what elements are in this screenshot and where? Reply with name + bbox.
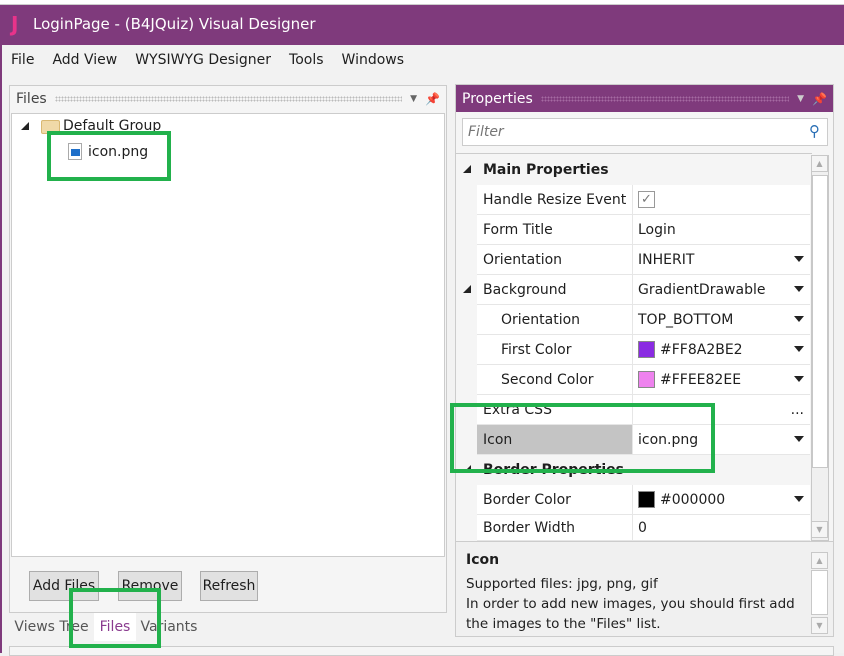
property-value[interactable]: #FFEE82EE bbox=[660, 372, 741, 388]
property-label: Border Width bbox=[477, 515, 633, 540]
dropdown-arrow-icon[interactable] bbox=[794, 286, 804, 292]
category-main-properties[interactable]: Main Properties bbox=[457, 155, 810, 185]
filter-input[interactable] bbox=[463, 119, 783, 145]
files-panel-title: Files bbox=[16, 91, 47, 107]
dropdown-arrow-icon[interactable] bbox=[794, 496, 804, 502]
property-label: Orientation bbox=[477, 305, 633, 334]
property-row-second-color[interactable]: Second Color #FFEE82EE bbox=[477, 365, 810, 395]
dropdown-arrow-icon[interactable] bbox=[794, 316, 804, 322]
menu-windows[interactable]: Windows bbox=[333, 52, 414, 68]
category-label: Main Properties bbox=[483, 162, 609, 178]
menu-add-view[interactable]: Add View bbox=[43, 52, 126, 68]
pin-icon[interactable]: 📌 bbox=[425, 92, 440, 106]
menu-tools[interactable]: Tools bbox=[280, 52, 333, 68]
dropdown-arrow-icon[interactable] bbox=[794, 376, 804, 382]
property-value[interactable]: #FF8A2BE2 bbox=[660, 342, 743, 358]
description-panel: Icon Supported files: jpg, png, gif In o… bbox=[456, 541, 833, 636]
property-value[interactable]: TOP_BOTTOM bbox=[638, 312, 733, 328]
title-bar: J LoginPage - (B4JQuiz) Visual Designer bbox=[0, 5, 844, 45]
dropdown-icon[interactable]: ▼ bbox=[797, 94, 804, 104]
property-row-bg-orientation[interactable]: Orientation TOP_BOTTOM bbox=[477, 305, 810, 335]
description-title: Icon bbox=[466, 552, 500, 568]
properties-panel-header: Properties ▼ 📌 bbox=[456, 85, 833, 112]
highlight-box bbox=[69, 588, 161, 648]
description-text: Supported files: jpg, png, gif In order … bbox=[466, 574, 806, 634]
property-value[interactable]: INHERIT bbox=[638, 252, 694, 268]
window-title: LoginPage - (B4JQuiz) Visual Designer bbox=[33, 15, 316, 33]
property-row-border-width[interactable]: Border Width 0 bbox=[477, 515, 810, 541]
property-label: Orientation bbox=[477, 245, 633, 274]
dropdown-arrow-icon[interactable] bbox=[794, 436, 804, 442]
property-row-first-color[interactable]: First Color #FF8A2BE2 bbox=[477, 335, 810, 365]
ellipsis-button[interactable]: ... bbox=[791, 402, 804, 418]
property-row-orientation[interactable]: Orientation INHERIT bbox=[477, 245, 810, 275]
property-row-handle-resize-event[interactable]: Handle Resize Event ✓ bbox=[477, 185, 810, 215]
dropdown-arrow-icon[interactable] bbox=[794, 256, 804, 262]
scroll-down-icon[interactable]: ▼ bbox=[811, 521, 828, 538]
filter-input-box[interactable]: ⚲ bbox=[462, 118, 828, 146]
files-panel-header: Files ▼ 📌 bbox=[10, 86, 446, 112]
property-label: Form Title bbox=[477, 215, 633, 244]
pin-icon[interactable]: 📌 bbox=[812, 92, 827, 106]
search-icon[interactable]: ⚲ bbox=[809, 122, 820, 140]
property-label: Background bbox=[477, 275, 633, 304]
collapse-icon[interactable] bbox=[463, 285, 471, 293]
refresh-button[interactable]: Refresh bbox=[200, 571, 258, 601]
highlight-box bbox=[47, 131, 171, 181]
collapse-icon[interactable] bbox=[463, 165, 471, 173]
property-row-border-color[interactable]: Border Color #000000 bbox=[477, 485, 810, 515]
scroll-down-icon[interactable]: ▼ bbox=[811, 617, 828, 634]
property-label: First Color bbox=[477, 335, 633, 364]
drag-grip[interactable] bbox=[54, 96, 403, 102]
collapse-icon[interactable] bbox=[21, 122, 29, 130]
property-label: Border Color bbox=[477, 485, 633, 514]
menu-file[interactable]: File bbox=[2, 52, 43, 68]
color-swatch bbox=[638, 371, 655, 388]
property-value[interactable]: Login bbox=[633, 215, 810, 244]
property-row-form-title[interactable]: Form Title Login bbox=[477, 215, 810, 245]
scrollbar-thumb[interactable] bbox=[812, 175, 828, 468]
menu-bar: File Add View WYSIWYG Designer Tools Win… bbox=[2, 45, 413, 75]
property-value[interactable]: 0 bbox=[633, 515, 810, 540]
scrollbar-thumb[interactable] bbox=[811, 570, 828, 615]
color-swatch bbox=[638, 491, 655, 508]
drag-grip[interactable] bbox=[540, 95, 790, 102]
dropdown-arrow-icon[interactable] bbox=[794, 346, 804, 352]
checkbox-checked[interactable]: ✓ bbox=[638, 191, 655, 208]
menu-wysiwyg-designer[interactable]: WYSIWYG Designer bbox=[126, 52, 280, 68]
description-line: Supported files: jpg, png, gif bbox=[466, 576, 658, 592]
scroll-up-icon[interactable]: ▲ bbox=[811, 552, 828, 569]
property-row-background[interactable]: Background GradientDrawable bbox=[477, 275, 810, 305]
description-line: In order to add new images, you should f… bbox=[466, 596, 795, 632]
scroll-up-icon[interactable]: ▲ bbox=[811, 155, 828, 172]
property-value[interactable]: #000000 bbox=[660, 492, 725, 508]
dropdown-icon[interactable]: ▼ bbox=[410, 94, 417, 104]
color-swatch bbox=[638, 341, 655, 358]
app-logo: J bbox=[11, 12, 19, 36]
property-label: Second Color bbox=[477, 365, 633, 394]
property-value[interactable]: GradientDrawable bbox=[638, 282, 765, 298]
property-label: Handle Resize Event bbox=[477, 185, 633, 214]
highlight-box bbox=[450, 403, 715, 473]
properties-panel-title: Properties bbox=[462, 90, 533, 107]
